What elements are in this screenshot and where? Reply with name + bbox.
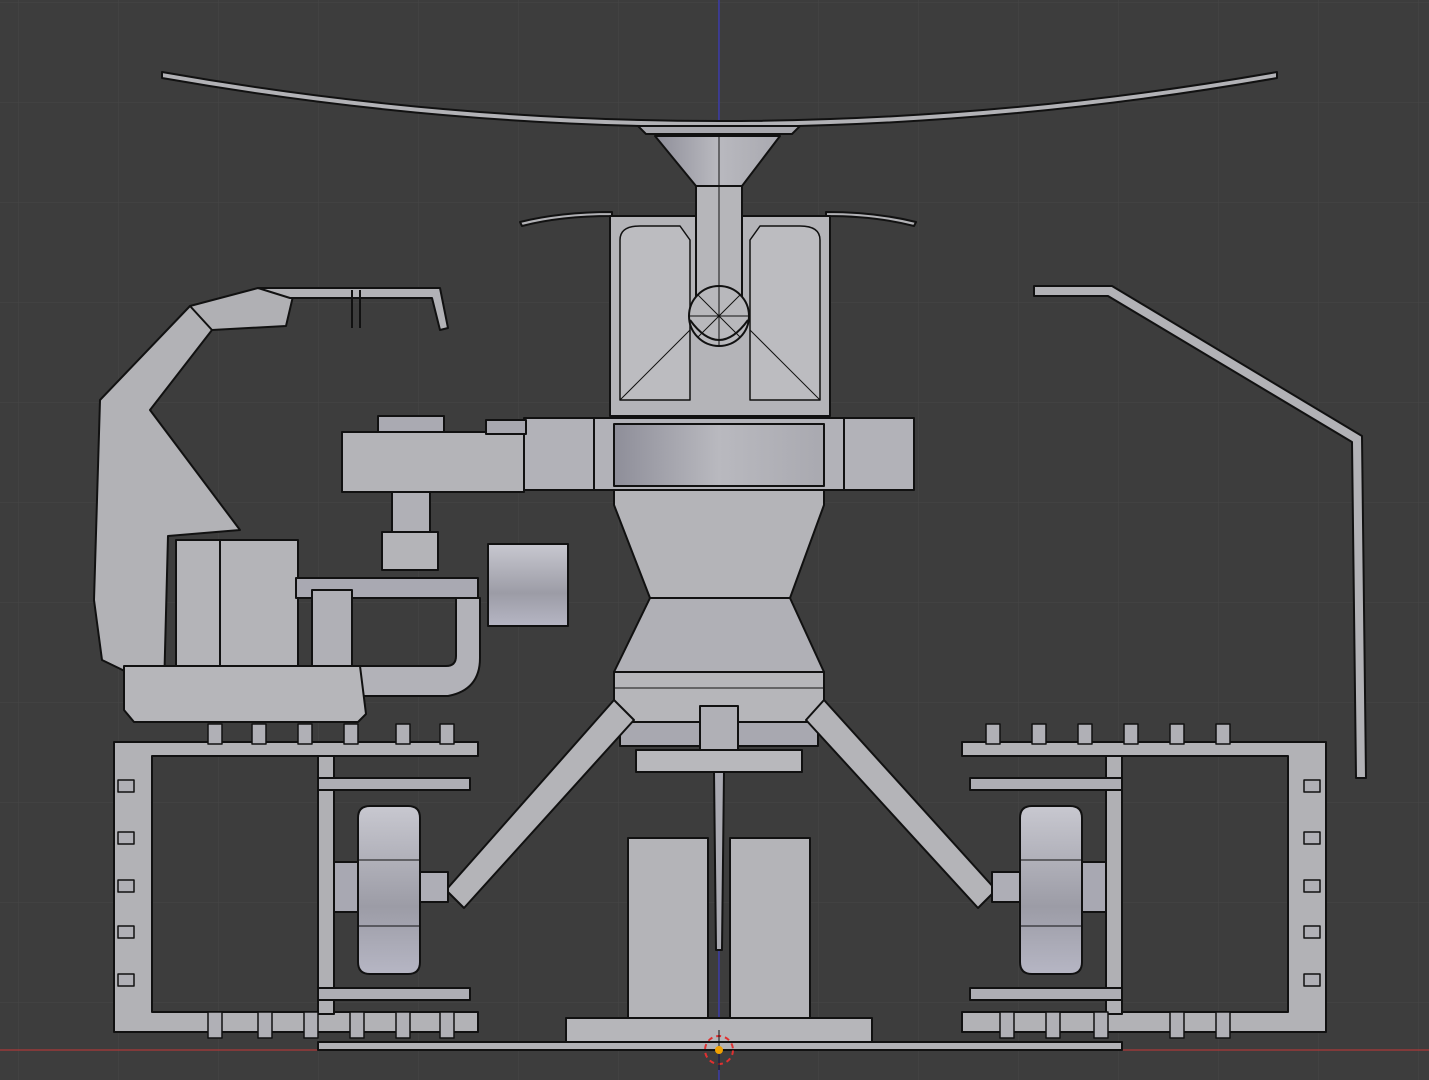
drill-spike[interactable] [713,771,725,951]
left-wheel[interactable] [357,805,421,975]
camera-body[interactable] [175,539,299,669]
dish-hub[interactable] [637,125,801,135]
3d-viewport[interactable] [0,0,1429,1080]
right-wheel-hub[interactable] [1079,861,1107,913]
origin-point-icon [715,1046,723,1054]
camera-lens[interactable] [487,543,569,627]
center-body-upper[interactable] [613,489,825,599]
block-right[interactable] [729,837,811,1019]
right-wheel[interactable] [1019,805,1083,975]
left-wheel-hub[interactable] [333,861,361,913]
viewport-canvas[interactable] [0,0,1429,1080]
gimbal-bar[interactable] [341,431,525,493]
center-body-lower[interactable] [613,597,825,673]
camera-base[interactable] [123,665,367,723]
hub-plate[interactable] [635,749,803,773]
block-left[interactable] [627,837,709,1019]
